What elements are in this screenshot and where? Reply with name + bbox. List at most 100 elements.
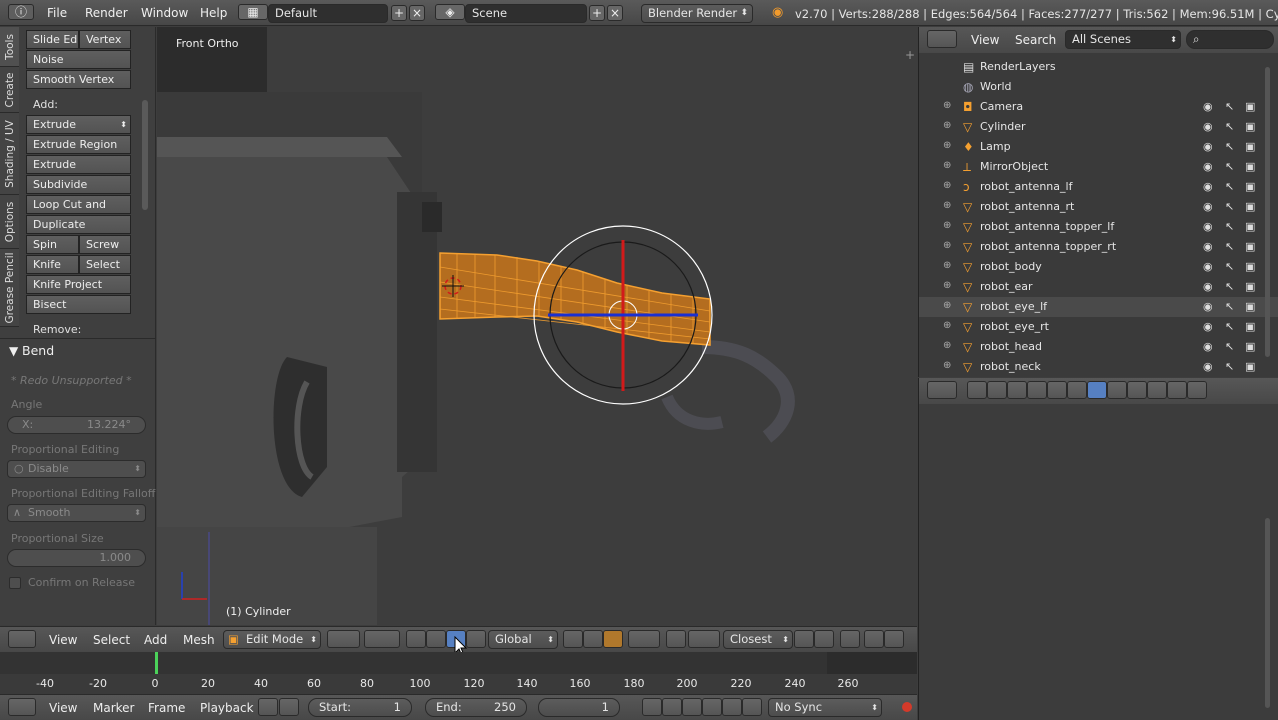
edge-select-icon[interactable] [583,630,603,648]
smooth-vertex-button[interactable]: Smooth Vertex [26,70,131,89]
3d-viewport[interactable]: + Front Ortho (1) Cylinder [157,27,917,625]
timeline-strip[interactable] [0,652,917,674]
render-camera-icon[interactable]: ▣ [1245,300,1255,313]
spin-button[interactable]: Spin [26,235,79,254]
timeline-editor-type-icon[interactable] [8,698,36,716]
world-tab-icon[interactable] [1027,381,1047,399]
scene-tab-icon[interactable] [1007,381,1027,399]
extrude-region-button[interactable]: Extrude Region [26,135,131,154]
expand-icon[interactable]: ⊕ [943,300,951,311]
outliner-item-name[interactable]: robot_antenna_lf [980,180,1072,193]
render-camera-icon[interactable]: ▣ [1245,360,1255,373]
physics-tab-icon[interactable] [1187,381,1207,399]
start-frame-field[interactable]: Start: 1 [308,698,412,717]
snap-element-icon[interactable] [688,630,720,648]
tab-tools[interactable]: Tools [0,27,19,67]
eye-icon[interactable]: ◉ [1203,240,1213,253]
outliner-editor-type-icon[interactable] [927,30,957,48]
expand-icon[interactable]: ⊕ [943,160,951,171]
expand-icon[interactable]: ⊕ [943,120,951,131]
material-tab-icon[interactable] [1127,381,1147,399]
modifiers-tab-icon[interactable] [1087,381,1107,399]
collapse-triangle-icon[interactable]: ▼ [9,344,18,358]
expand-icon[interactable]: ⊕ [943,260,951,271]
play-icon[interactable] [702,698,722,716]
layer-icon[interactable] [840,630,860,648]
outliner-row[interactable]: ⊕ ▽ Cylinder ◉ ↖ ▣ [919,117,1278,137]
manipulator-toggle-icon[interactable] [406,630,426,648]
render-camera-icon[interactable]: ▣ [1245,340,1255,353]
outliner-row[interactable]: ⊕ ▽ robot_ear ◉ ↖ ▣ [919,277,1278,297]
end-frame-field[interactable]: End: 250 [425,698,527,717]
render-animation-icon[interactable] [884,630,904,648]
layout-name-field[interactable]: Default [268,4,388,23]
expand-icon[interactable]: ⊕ [943,220,951,231]
outliner-row[interactable]: ⊕ ▽ robot_antenna_topper_lf ◉ ↖ ▣ [919,217,1278,237]
jump-keyframe-back-icon[interactable] [662,698,682,716]
menu-file[interactable]: File [47,6,67,20]
cursor-select-icon[interactable]: ↖ [1225,220,1234,233]
proportional-editing-icon[interactable] [628,630,660,648]
snap-toggle-icon[interactable] [666,630,686,648]
add-layout-icon[interactable]: + [391,5,407,21]
eye-icon[interactable]: ◉ [1203,180,1213,193]
face-select-icon[interactable] [603,630,623,648]
cursor-select-icon[interactable]: ↖ [1225,340,1234,353]
outliner-search-menu[interactable]: Search [1015,33,1056,47]
jump-end-icon[interactable] [742,698,762,716]
eye-icon[interactable]: ◉ [1203,320,1213,333]
vertex-select-icon[interactable] [563,630,583,648]
jump-keyframe-forward-icon[interactable] [722,698,742,716]
outliner-item-name[interactable]: robot_body [980,260,1042,273]
outliner-item-name[interactable]: MirrorObject [980,160,1048,173]
cursor-select-icon[interactable]: ↖ [1225,240,1234,253]
eye-icon[interactable]: ◉ [1203,100,1213,113]
outliner-item-name[interactable]: robot_antenna_topper_rt [980,240,1116,253]
cursor-select-icon[interactable]: ↖ [1225,120,1234,133]
outliner-item-name[interactable]: RenderLayers [980,60,1056,73]
bisect-button[interactable]: Bisect [26,295,131,314]
outliner-item-name[interactable]: Cylinder [980,120,1026,133]
jump-start-icon[interactable] [642,698,662,716]
duplicate-button[interactable]: Duplicate [26,215,131,234]
viewport-shading-icon[interactable] [327,630,360,648]
split-area-icon[interactable]: + [905,48,915,62]
menu-window[interactable]: Window [141,6,188,20]
delete-scene-icon[interactable]: × [607,5,623,21]
timeline-area[interactable]: -40 -20 0 20 40 60 80 100 120 140 160 18… [0,652,917,694]
outliner-row[interactable]: ▤ RenderLayers [919,57,1278,77]
render-camera-icon[interactable]: ▣ [1245,200,1255,213]
outliner-row[interactable]: ⊕ ⟂ MirrorObject ◉ ↖ ▣ [919,157,1278,177]
current-frame-field[interactable]: 1 [538,698,620,717]
outliner-item-name[interactable]: robot_eye_lf [980,300,1047,313]
outliner-row[interactable]: ⊕ ▽ robot_antenna_rt ◉ ↖ ▣ [919,197,1278,217]
add-scene-icon[interactable]: + [589,5,605,21]
marker-menu[interactable]: Marker [93,701,134,715]
expand-icon[interactable]: ⊕ [943,360,951,371]
eye-icon[interactable]: ◉ [1203,160,1213,173]
tab-options[interactable]: Options [0,195,19,249]
frame-menu[interactable]: Frame [148,701,185,715]
editor-type-icon[interactable] [8,630,36,648]
knife-project-button[interactable]: Knife Project [26,275,131,294]
cursor-select-icon[interactable]: ↖ [1225,260,1234,273]
loop-cut-slide-button[interactable]: Loop Cut and Slide [26,195,131,228]
eye-icon[interactable]: ◉ [1203,200,1213,213]
outliner-tree[interactable]: ▤ RenderLayers ◍ World ⊕ ◘ Camera ◉ ↖ ▣ ⊕ ▽ Cylinder… [919,57,1278,377]
extrude-dropdown[interactable]: Extrude ⬍ [26,115,131,134]
outliner-row[interactable]: ⊕ ▽ robot_body ◉ ↖ ▣ [919,257,1278,277]
texture-tab-icon[interactable] [1147,381,1167,399]
expand-icon[interactable]: ⊕ [943,180,951,191]
eye-icon[interactable]: ◉ [1203,280,1213,293]
cursor-select-icon[interactable]: ↖ [1225,360,1234,373]
expand-icon[interactable]: ⊕ [943,280,951,291]
extrude-individual-button[interactable]: Extrude Individual [26,155,131,188]
properties-scrollbar[interactable] [1265,518,1270,708]
tab-grease-pencil[interactable]: Grease Pencil [0,249,19,327]
cursor-select-icon[interactable]: ↖ [1225,320,1234,333]
expand-icon[interactable]: ⊕ [943,240,951,251]
screw-button[interactable]: Screw [79,235,131,254]
snap-target-select[interactable]: Closest ⬍ [723,630,793,649]
outliner-item-name[interactable]: Camera [980,100,1023,113]
cursor-select-icon[interactable]: ↖ [1225,160,1234,173]
